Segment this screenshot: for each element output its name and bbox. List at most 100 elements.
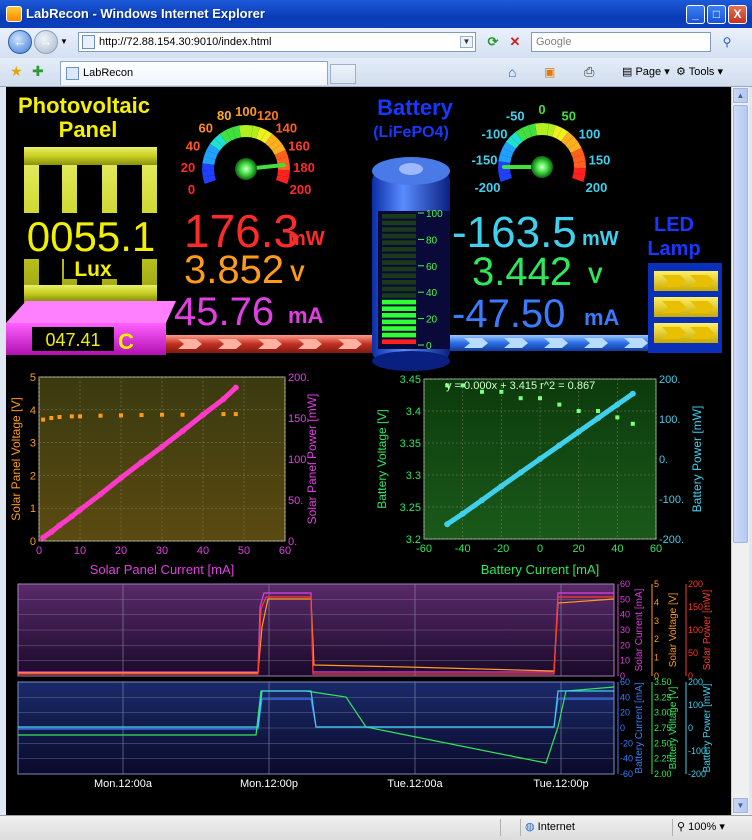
page-menu-label: Page [635, 66, 661, 78]
led-title-line2: Lamp [647, 238, 700, 260]
c2-y2-tick-label: 0. [659, 454, 668, 466]
battery-history-axes: -60-40-200204060Battery Current [mA]2.00… [618, 677, 713, 779]
c1-x-tick-label: 40 [197, 545, 209, 557]
feeds-icon[interactable]: ▣ [544, 62, 555, 82]
c3-axis-tick-label: 10 [620, 656, 630, 666]
favorites-star-icon[interactable]: ★ [10, 63, 23, 80]
c4-axis-tick-label: 0 [620, 723, 625, 733]
address-dropdown-icon[interactable]: ▼ [460, 36, 473, 48]
scroll-thumb[interactable] [733, 105, 748, 543]
pv-power-gauge: 020406080100120140160180200 [181, 104, 315, 197]
battery-scatter-chart: -60-40-2002040603.23.253.33.353.43.45-20… [375, 374, 704, 577]
c1-voltage-point [140, 413, 144, 417]
c4-axis-tick-label: 20 [620, 708, 630, 718]
page-menu-icon: ▤ [622, 66, 635, 78]
c1-power-point [57, 522, 63, 528]
c4-axis-tick-label: 40 [620, 692, 630, 702]
solar-history-chart: 0102030405060Solar Current [mA]012345Sol… [18, 579, 713, 681]
bat-gauge-tick-label: -50 [506, 109, 525, 124]
battery-level-bar [382, 214, 416, 219]
status-cell [500, 819, 519, 836]
c2-power-point [479, 497, 485, 503]
maximize-button[interactable]: □ [707, 5, 726, 24]
battery-voltage-value: 3.442 [472, 250, 572, 294]
search-input[interactable]: Google [531, 32, 711, 52]
c1-voltage-point [99, 414, 103, 418]
c1-voltage-point [222, 412, 226, 416]
battery-level-bar [382, 240, 416, 245]
globe-icon: ◍ [525, 821, 538, 833]
c2-voltage-point [615, 415, 619, 419]
c1-voltage-point [78, 414, 82, 418]
c1-power-point [200, 412, 206, 418]
bat-gauge-hub [531, 156, 553, 178]
c1-x-tick-label: 10 [74, 545, 86, 557]
c3-axis-tick-label: 100 [688, 625, 703, 635]
c2-voltage-point [631, 422, 635, 426]
c1-voltage-point [58, 415, 62, 419]
stop-icon[interactable]: ✕ [506, 33, 524, 51]
bat-gauge-tick-label: 150 [589, 152, 611, 167]
c2-y-tick-label: 3.2 [406, 534, 421, 546]
add-favorite-icon[interactable]: ✚ [32, 63, 44, 80]
new-tab-button[interactable] [330, 64, 356, 84]
zoom-control[interactable]: ⚲ 100% ▾ [672, 819, 751, 836]
temp-unit: C [118, 329, 134, 354]
close-button[interactable]: X [728, 5, 747, 24]
c1-power-point [118, 475, 124, 481]
scroll-up-icon[interactable]: ▲ [733, 88, 748, 103]
page-content: Photovoltaic Panel 0055.1 Lux 047.41 C 0… [6, 87, 731, 815]
recent-pages-dropdown-icon[interactable]: ▼ [60, 37, 68, 46]
vertical-scrollbar[interactable]: ▲ ▼ [731, 87, 749, 815]
solar-scatter-y2label: Solar Panel Power [mW] [305, 394, 319, 525]
tools-menu[interactable]: ⚙ Tools ▾ [676, 62, 723, 82]
c2-y-tick-label: 3.3 [406, 470, 421, 482]
lux-value: 0055.1 [27, 213, 155, 260]
c1-power-point [69, 513, 75, 519]
history-time-tick-label: Tue.12:00p [533, 778, 588, 790]
c4-axis-tick-label: 200 [688, 677, 703, 687]
pv-gauge-tick-label: 160 [288, 138, 310, 153]
ie-app-icon [6, 6, 22, 22]
refresh-icon[interactable]: ⟳ [484, 33, 502, 51]
pv-gauge-tick-label: 0 [188, 182, 195, 197]
c2-power-point [595, 415, 601, 421]
battery-level-bar [382, 280, 416, 285]
history-time-axis: Mon.12:00aMon.12:00pTue.12:00aTue.12:00p [94, 778, 589, 790]
c1-voltage-point [160, 413, 164, 417]
battery-current-unit: mA [584, 305, 620, 330]
c3-axis-tick-label: 40 [620, 610, 630, 620]
pv-to-battery-pipe [166, 335, 372, 353]
address-bar[interactable]: http://72.88.154.30:9010/index.html ▼ [78, 32, 476, 52]
pv-gauge-tick-label: 60 [198, 120, 212, 135]
bat-gauge-tick-label: -150 [471, 152, 497, 167]
c2-x-tick-label: 0 [537, 543, 543, 555]
c3-axis-label: Solar Current [mA] [634, 588, 645, 671]
back-button[interactable]: ← [8, 30, 32, 54]
led-lamp-graphic [648, 263, 722, 353]
navigation-bar: ← → ▼ http://72.88.154.30:9010/index.htm… [0, 28, 752, 58]
c2-power-point [460, 511, 466, 517]
c2-power-point [614, 402, 620, 408]
history-time-tick-label: Tue.12:00a [387, 778, 443, 790]
c4-axis-tick-label: 0 [688, 723, 693, 733]
scroll-down-icon[interactable]: ▼ [733, 798, 748, 813]
c3-axis-tick-label: 4 [654, 597, 659, 607]
home-icon[interactable]: ⌂ [508, 62, 516, 82]
c2-x-tick-label: -20 [493, 543, 509, 555]
tab-labrecon[interactable]: LabRecon [60, 61, 328, 85]
page-menu[interactable]: ▤ Page ▾ [622, 62, 670, 82]
security-zone: ◍ Internet [520, 819, 675, 836]
print-icon[interactable]: ⎙ [584, 62, 594, 82]
c2-x-tick-label: 20 [573, 543, 585, 555]
solar-scatter-chart: 01020304050600123450.50.100.150.200. Sol… [9, 372, 319, 577]
c4-axis-tick-label: -20 [620, 738, 633, 748]
c2-power-point [576, 429, 582, 435]
solar-scatter-xlabel: Solar Panel Current [mA] [90, 562, 235, 577]
search-icon[interactable]: ⚲ [713, 32, 741, 52]
c2-y-tick-label: 3.4 [406, 406, 421, 418]
battery-scale-label: 40 [426, 288, 438, 299]
forward-button[interactable]: → [34, 30, 58, 54]
minimize-button[interactable]: _ [686, 5, 705, 24]
pv-gauge-hub [235, 158, 257, 180]
